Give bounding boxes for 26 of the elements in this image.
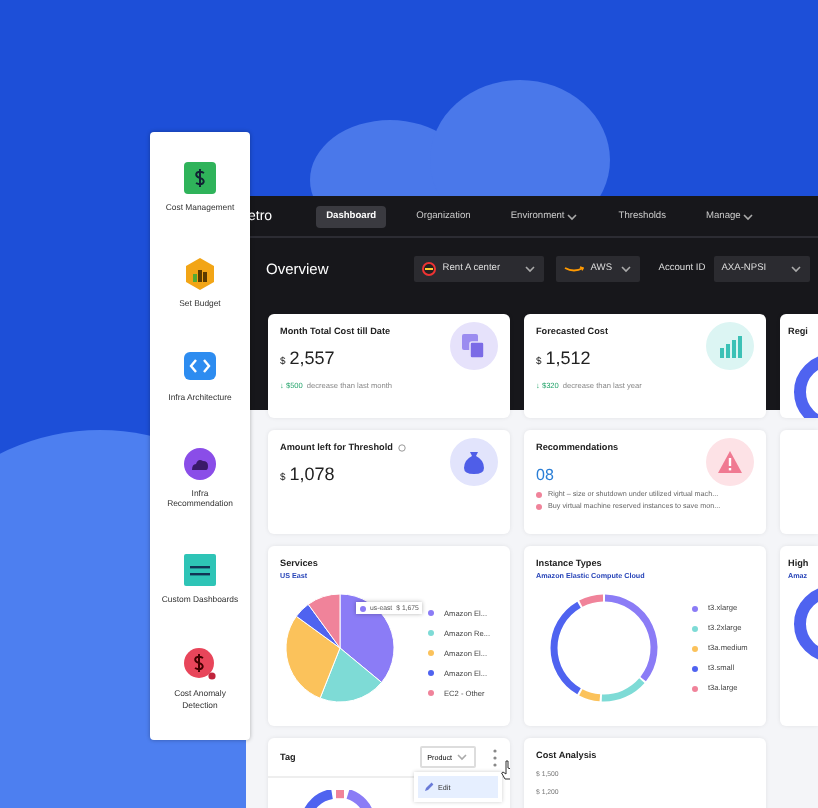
caret-icon bbox=[456, 752, 468, 762]
cloud-logo-icon bbox=[564, 264, 585, 274]
cloud-icon bbox=[184, 447, 216, 480]
budget-icon bbox=[184, 257, 216, 290]
bullet-icon bbox=[536, 491, 542, 497]
logo-icon bbox=[422, 262, 437, 276]
bar-chart-icon bbox=[718, 334, 742, 358]
dollar-icon bbox=[184, 162, 216, 195]
more-icon bbox=[492, 747, 498, 767]
dollar-search-icon bbox=[184, 648, 216, 681]
stat-value: 1,512 bbox=[545, 348, 591, 368]
caret-icon bbox=[620, 264, 633, 274]
bullet-icon bbox=[536, 503, 542, 509]
money-bag-icon bbox=[462, 450, 486, 474]
sliders-icon bbox=[184, 553, 216, 586]
recommendation-count: 08 bbox=[536, 466, 556, 484]
stat-value: 1,078 bbox=[289, 464, 335, 484]
warning-icon bbox=[718, 450, 742, 474]
caret-icon bbox=[524, 264, 537, 274]
pencil-icon bbox=[424, 782, 434, 792]
caret-icon bbox=[789, 264, 802, 274]
donut-chart bbox=[792, 586, 818, 662]
code-icon bbox=[184, 352, 216, 385]
stat-value: 2,557 bbox=[289, 348, 335, 368]
bullet-icon bbox=[360, 605, 366, 611]
donut-chart bbox=[792, 354, 818, 418]
